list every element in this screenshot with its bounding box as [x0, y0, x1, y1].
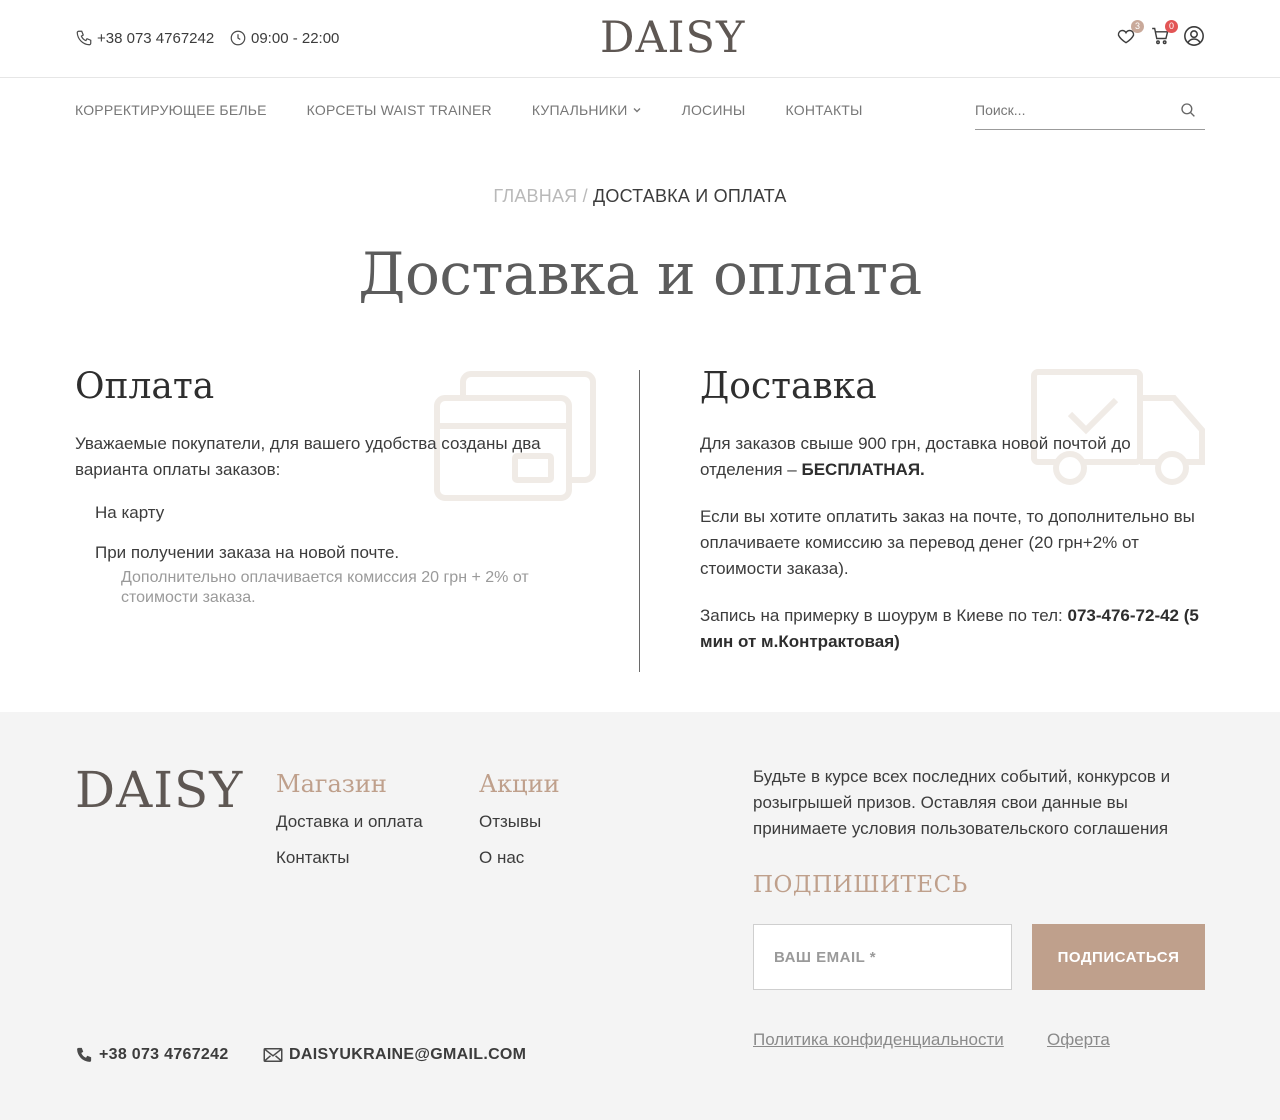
search-box	[975, 92, 1205, 130]
delivery-showroom: Запись на примерку в шоурум в Киеве по т…	[700, 603, 1205, 655]
favorites-count-badge: 3	[1131, 20, 1144, 33]
favorites-button[interactable]: 3	[1115, 20, 1144, 47]
nav-item-corsets[interactable]: КОРСЕТЫ WAIST TRAINER	[307, 102, 492, 118]
header-hours-text: 09:00 - 22:00	[251, 29, 340, 47]
privacy-policy-link[interactable]: Политика конфиденциальности	[753, 1030, 1004, 1050]
footer-link-contacts[interactable]: Контакты	[276, 848, 423, 868]
footer: DAISY Магазин Доставка и оплата Контакты…	[0, 712, 1280, 1120]
footer-promo-title: Акции	[479, 770, 560, 798]
payment-section: Оплата Уважаемые покупатели, для вашего …	[75, 366, 596, 608]
main-nav: КОРРЕКТИРУЮЩЕЕ БЕЛЬЕ КОРСЕТЫ WAIST TRAIN…	[75, 102, 863, 118]
search-input[interactable]	[975, 92, 1170, 128]
delivery-title: Доставка	[700, 366, 877, 407]
phone-icon	[77, 1047, 92, 1062]
nav-item-label: КОНТАКТЫ	[785, 102, 863, 118]
payment-title: Оплата	[75, 366, 215, 407]
account-button[interactable]	[1183, 25, 1205, 47]
phone-icon	[76, 30, 92, 46]
header-phone[interactable]: +38 073 4767242	[75, 29, 214, 47]
breadcrumb-home-link[interactable]: ГЛАВНАЯ	[493, 186, 577, 206]
cart-button[interactable]: 0	[1149, 20, 1178, 47]
subscribe-title: ПОДПИШИТЕСЬ	[753, 872, 968, 898]
breadcrumb-separator: /	[582, 186, 588, 206]
nav-item-label: КУПАЛЬНИКИ	[531, 102, 628, 118]
mail-icon	[263, 1048, 283, 1062]
breadcrumb-current: ДОСТАВКА И ОПЛАТА	[592, 186, 787, 206]
subscribe-button[interactable]: ПОДПИСАТЬСЯ	[1032, 924, 1205, 990]
delivery-free-shipping: Для заказов свыше 900 грн, доставка ново…	[700, 431, 1205, 483]
breadcrumb: ГЛАВНАЯ / ДОСТАВКА И ОПЛАТА	[0, 186, 1280, 207]
nav-item-shapewear[interactable]: КОРРЕКТИРУЮЩЕЕ БЕЛЬЕ	[75, 102, 267, 118]
user-icon	[1184, 26, 1204, 46]
footer-email-text: DAISYUKRAINE@GMAIL.COM	[289, 1046, 527, 1063]
payment-intro: Уважаемые покупатели, для вашего удобств…	[75, 434, 541, 479]
payment-option-cod: При получении заказа на новой почте.	[95, 543, 400, 562]
delivery-section: Доставка Для заказов свыше 900 грн, дост…	[700, 366, 1205, 676]
email-field[interactable]	[753, 924, 1012, 990]
header-phone-text: +38 073 4767242	[97, 29, 215, 47]
newsletter-text: Будьте в курсе всех последних событий, к…	[753, 767, 1171, 838]
nav-item-swimwear[interactable]: КУПАЛЬНИКИ	[532, 102, 642, 118]
top-bar: +38 073 4767242 09:00 - 22:00 DAISY 3 0	[0, 0, 1280, 78]
delivery-showroom-text: Запись на примерку в шоурум в Киеве по т…	[700, 606, 1068, 625]
site-logo[interactable]: DAISY	[600, 14, 745, 62]
nav-item-leggings[interactable]: ЛОСИНЫ	[682, 102, 746, 118]
clock-icon	[230, 30, 246, 46]
page-title: Доставка и оплата	[358, 240, 922, 308]
footer-promo-column: Акции Отзывы О нас	[479, 770, 560, 884]
footer-link-delivery[interactable]: Доставка и оплата	[276, 812, 423, 832]
header-hours: 09:00 - 22:00	[229, 29, 339, 47]
footer-shop-column: Магазин Доставка и оплата Контакты	[276, 770, 423, 884]
delivery-cod-commission: Если вы хотите оплатить заказ на почте, …	[700, 507, 1195, 578]
delivery-free-label: БЕСПЛАТНАЯ.	[801, 460, 925, 479]
nav-item-label: КОРРЕКТИРУЮЩЕЕ БЕЛЬЕ	[75, 102, 267, 118]
footer-shop-title: Магазин	[276, 770, 387, 798]
payment-option-card: На карту	[95, 503, 165, 522]
offer-link[interactable]: Оферта	[1047, 1030, 1110, 1050]
footer-link-about[interactable]: О нас	[479, 848, 560, 868]
cart-count-badge: 0	[1165, 20, 1178, 33]
footer-link-reviews[interactable]: Отзывы	[479, 812, 560, 832]
column-divider	[639, 370, 640, 672]
nav-item-label: КОРСЕТЫ WAIST TRAINER	[306, 102, 492, 118]
footer-phone[interactable]: +38 073 4767242	[75, 1046, 229, 1064]
footer-phone-text: +38 073 4767242	[99, 1046, 229, 1063]
nav-item-label: ЛОСИНЫ	[681, 102, 746, 118]
nav-item-contacts[interactable]: КОНТАКТЫ	[786, 102, 863, 118]
header-actions: 3 0	[1115, 20, 1205, 47]
payment-option-cod-note: Дополнительно оплачивается комиссия 20 г…	[121, 569, 529, 606]
chevron-down-icon	[633, 108, 641, 113]
footer-email[interactable]: DAISYUKRAINE@GMAIL.COM	[263, 1046, 526, 1064]
footer-logo[interactable]: DAISY	[75, 762, 243, 818]
search-icon[interactable]	[1179, 101, 1197, 119]
